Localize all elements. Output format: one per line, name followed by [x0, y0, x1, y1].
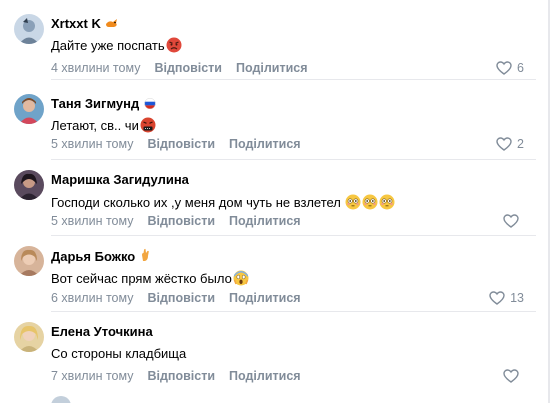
comment-text-content: Со стороны кладбища [51, 346, 187, 361]
flushed-face-icon [379, 194, 395, 210]
like-button[interactable]: 13 [489, 291, 524, 305]
like-button[interactable]: 6 [496, 61, 524, 75]
crossed-fingers-icon [139, 248, 151, 265]
comment-text-content: Господи сколько их ,у меня дом чуть не в… [51, 195, 341, 210]
comment-time[interactable]: 6 хвилин тому [51, 291, 133, 305]
like-count: 2 [517, 137, 524, 151]
russia-flag-icon [143, 97, 157, 112]
share-button[interactable]: Поділитися [236, 61, 308, 75]
comment-meta: 7 хвилин тому Відповісти Поділитися [51, 369, 315, 383]
avatar[interactable] [14, 246, 44, 276]
comment-item: Елена Уточкина Со стороны кладбища 7 хви… [0, 312, 548, 392]
comment-time[interactable]: 7 хвилин тому [51, 369, 133, 383]
share-button[interactable]: Поділитися [229, 214, 301, 228]
comment-item: Дарья Божко Вот сейчас прям жёстко было … [0, 236, 548, 316]
avatar[interactable] [14, 322, 44, 352]
reply-button[interactable]: Відповісти [154, 61, 222, 75]
comment-author[interactable]: Маришка Загидулина [51, 172, 189, 187]
comment-meta: 5 хвилин тому Відповісти Поділитися [51, 137, 315, 151]
screaming-face-icon [233, 270, 249, 286]
author-name[interactable]: Xrtxxt K [51, 16, 101, 31]
comment-time[interactable]: 5 хвилин тому [51, 137, 133, 151]
comment-text: Вот сейчас прям жёстко было [51, 270, 249, 286]
comment-meta: 5 хвилин тому Відповісти Поділитися [51, 214, 315, 228]
comment-author[interactable]: Таня Зигмунд [51, 96, 157, 112]
author-name[interactable]: Елена Уточкина [51, 324, 153, 339]
reply-button[interactable]: Відповісти [147, 214, 215, 228]
flushed-face-icon [362, 194, 378, 210]
comment-text-content: Вот сейчас прям жёстко было [51, 271, 232, 286]
angry-face-icon [166, 37, 182, 53]
like-count: 6 [517, 61, 524, 75]
reply-button[interactable]: Відповісти [147, 137, 215, 151]
comment-text: Дайте уже поспать [51, 37, 182, 53]
reply-button[interactable]: Відповісти [147, 369, 215, 383]
comment-author[interactable]: Елена Уточкина [51, 324, 153, 339]
comment-author[interactable]: Дарья Божко [51, 248, 151, 265]
avatar[interactable] [14, 94, 44, 124]
comment-text: Господи сколько их ,у меня дом чуть не в… [51, 194, 395, 210]
like-count: 13 [510, 291, 524, 305]
heart-icon [489, 291, 505, 305]
comment-item: Таня Зигмунд Летают, св.. чи 5 хвилин то… [0, 80, 548, 160]
heart-icon [503, 369, 519, 383]
comment-time[interactable]: 4 хвилини тому [51, 61, 140, 75]
share-button[interactable]: Поділитися [229, 369, 301, 383]
author-name[interactable]: Маришка Загидулина [51, 172, 189, 187]
comment-text: Летают, св.. чи [51, 117, 156, 133]
flushed-face-icon [345, 194, 361, 210]
comment-time[interactable]: 5 хвилин тому [51, 214, 133, 228]
share-button[interactable]: Поділитися [229, 137, 301, 151]
author-name[interactable]: Дарья Божко [51, 249, 135, 264]
comment-item: Xrtxxt K Дайте уже поспать 4 хвилини том… [0, 0, 548, 80]
heart-icon [503, 214, 519, 228]
avatar[interactable] [14, 170, 44, 200]
comment-text-content: Летают, св.. чи [51, 118, 139, 133]
comment-item: Маришка Загидулина Господи сколько их ,у… [0, 160, 548, 240]
comment-text: Со стороны кладбища [51, 346, 186, 361]
share-button[interactable]: Поділитися [229, 291, 301, 305]
comment-meta: 6 хвилин тому Відповісти Поділитися [51, 291, 315, 305]
avatar[interactable] [14, 14, 44, 44]
comment-meta: 4 хвилини тому Відповісти Поділитися [51, 61, 322, 75]
heart-icon [496, 61, 512, 75]
like-button[interactable] [503, 369, 524, 383]
comment-text-content: Дайте уже поспать [51, 38, 165, 53]
like-button[interactable] [503, 214, 524, 228]
avatar[interactable] [51, 396, 71, 403]
heart-icon [496, 137, 512, 151]
fox-icon [105, 17, 119, 32]
author-name[interactable]: Таня Зигмунд [51, 96, 139, 111]
comment-author[interactable]: Xrtxxt K [51, 16, 119, 32]
reply-button[interactable]: Відповісти [147, 291, 215, 305]
cursing-face-icon [140, 117, 156, 133]
like-button[interactable]: 2 [496, 137, 524, 151]
